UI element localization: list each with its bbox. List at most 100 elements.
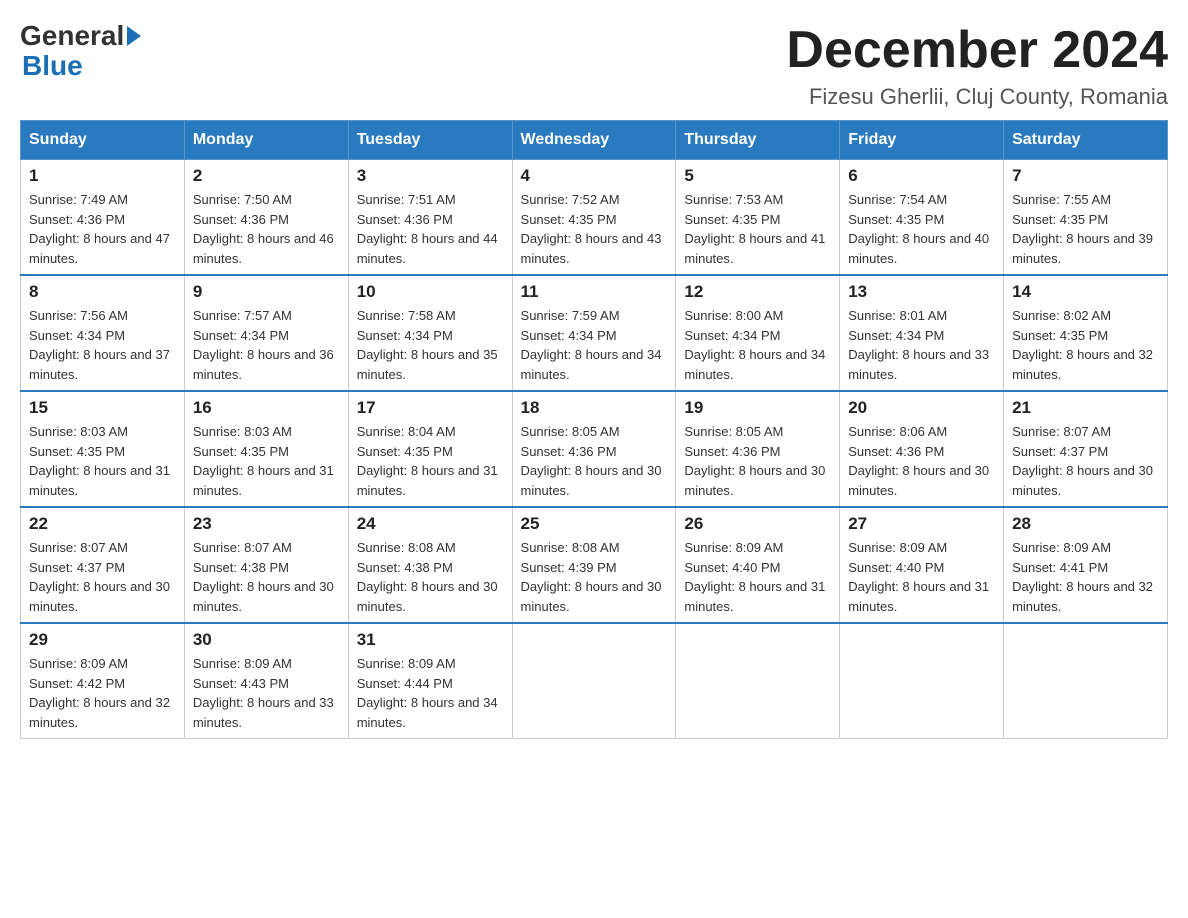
- week-row-3: 15 Sunrise: 8:03 AMSunset: 4:35 PMDaylig…: [21, 391, 1168, 507]
- calendar-cell: 7 Sunrise: 7:55 AMSunset: 4:35 PMDayligh…: [1004, 160, 1168, 276]
- day-number: 19: [684, 398, 831, 418]
- calendar-cell: 26 Sunrise: 8:09 AMSunset: 4:40 PMDaylig…: [676, 507, 840, 623]
- day-number: 25: [521, 514, 668, 534]
- day-info: Sunrise: 8:02 AMSunset: 4:35 PMDaylight:…: [1012, 306, 1159, 384]
- calendar-cell: 28 Sunrise: 8:09 AMSunset: 4:41 PMDaylig…: [1004, 507, 1168, 623]
- calendar-table: Sunday Monday Tuesday Wednesday Thursday…: [20, 120, 1168, 739]
- week-row-5: 29 Sunrise: 8:09 AMSunset: 4:42 PMDaylig…: [21, 623, 1168, 739]
- calendar-cell: 12 Sunrise: 8:00 AMSunset: 4:34 PMDaylig…: [676, 275, 840, 391]
- day-number: 29: [29, 630, 176, 650]
- day-info: Sunrise: 7:57 AMSunset: 4:34 PMDaylight:…: [193, 306, 340, 384]
- day-number: 11: [521, 282, 668, 302]
- week-row-1: 1 Sunrise: 7:49 AMSunset: 4:36 PMDayligh…: [21, 160, 1168, 276]
- header-tuesday: Tuesday: [348, 121, 512, 160]
- calendar-cell: 25 Sunrise: 8:08 AMSunset: 4:39 PMDaylig…: [512, 507, 676, 623]
- calendar-cell: 15 Sunrise: 8:03 AMSunset: 4:35 PMDaylig…: [21, 391, 185, 507]
- day-number: 27: [848, 514, 995, 534]
- calendar-cell: 9 Sunrise: 7:57 AMSunset: 4:34 PMDayligh…: [184, 275, 348, 391]
- day-info: Sunrise: 8:08 AMSunset: 4:39 PMDaylight:…: [521, 538, 668, 616]
- day-number: 18: [521, 398, 668, 418]
- day-number: 31: [357, 630, 504, 650]
- calendar-cell: 18 Sunrise: 8:05 AMSunset: 4:36 PMDaylig…: [512, 391, 676, 507]
- calendar-cell: [1004, 623, 1168, 739]
- header-wednesday: Wednesday: [512, 121, 676, 160]
- day-info: Sunrise: 7:59 AMSunset: 4:34 PMDaylight:…: [521, 306, 668, 384]
- day-info: Sunrise: 8:08 AMSunset: 4:38 PMDaylight:…: [357, 538, 504, 616]
- day-info: Sunrise: 8:07 AMSunset: 4:37 PMDaylight:…: [29, 538, 176, 616]
- calendar-cell: 30 Sunrise: 8:09 AMSunset: 4:43 PMDaylig…: [184, 623, 348, 739]
- calendar-cell: 13 Sunrise: 8:01 AMSunset: 4:34 PMDaylig…: [840, 275, 1004, 391]
- day-number: 26: [684, 514, 831, 534]
- day-info: Sunrise: 7:51 AMSunset: 4:36 PMDaylight:…: [357, 190, 504, 268]
- day-info: Sunrise: 8:09 AMSunset: 4:40 PMDaylight:…: [848, 538, 995, 616]
- calendar-cell: [676, 623, 840, 739]
- weekday-header-row: Sunday Monday Tuesday Wednesday Thursday…: [21, 121, 1168, 160]
- day-number: 5: [684, 166, 831, 186]
- day-number: 23: [193, 514, 340, 534]
- calendar-cell: 19 Sunrise: 8:05 AMSunset: 4:36 PMDaylig…: [676, 391, 840, 507]
- day-number: 21: [1012, 398, 1159, 418]
- day-number: 7: [1012, 166, 1159, 186]
- day-info: Sunrise: 7:49 AMSunset: 4:36 PMDaylight:…: [29, 190, 176, 268]
- header-monday: Monday: [184, 121, 348, 160]
- calendar-cell: 22 Sunrise: 8:07 AMSunset: 4:37 PMDaylig…: [21, 507, 185, 623]
- calendar-cell: 27 Sunrise: 8:09 AMSunset: 4:40 PMDaylig…: [840, 507, 1004, 623]
- day-number: 1: [29, 166, 176, 186]
- calendar-cell: 14 Sunrise: 8:02 AMSunset: 4:35 PMDaylig…: [1004, 275, 1168, 391]
- calendar-cell: 29 Sunrise: 8:09 AMSunset: 4:42 PMDaylig…: [21, 623, 185, 739]
- day-info: Sunrise: 8:07 AMSunset: 4:38 PMDaylight:…: [193, 538, 340, 616]
- day-info: Sunrise: 8:03 AMSunset: 4:35 PMDaylight:…: [193, 422, 340, 500]
- day-info: Sunrise: 8:09 AMSunset: 4:44 PMDaylight:…: [357, 654, 504, 732]
- day-number: 10: [357, 282, 504, 302]
- day-number: 14: [1012, 282, 1159, 302]
- day-number: 22: [29, 514, 176, 534]
- day-info: Sunrise: 8:09 AMSunset: 4:42 PMDaylight:…: [29, 654, 176, 732]
- day-info: Sunrise: 7:50 AMSunset: 4:36 PMDaylight:…: [193, 190, 340, 268]
- calendar-cell: 11 Sunrise: 7:59 AMSunset: 4:34 PMDaylig…: [512, 275, 676, 391]
- day-number: 20: [848, 398, 995, 418]
- day-number: 16: [193, 398, 340, 418]
- header-saturday: Saturday: [1004, 121, 1168, 160]
- day-info: Sunrise: 7:58 AMSunset: 4:34 PMDaylight:…: [357, 306, 504, 384]
- header-friday: Friday: [840, 121, 1004, 160]
- day-info: Sunrise: 8:09 AMSunset: 4:40 PMDaylight:…: [684, 538, 831, 616]
- day-number: 13: [848, 282, 995, 302]
- header-thursday: Thursday: [676, 121, 840, 160]
- calendar-cell: 6 Sunrise: 7:54 AMSunset: 4:35 PMDayligh…: [840, 160, 1004, 276]
- calendar-cell: 10 Sunrise: 7:58 AMSunset: 4:34 PMDaylig…: [348, 275, 512, 391]
- week-row-4: 22 Sunrise: 8:07 AMSunset: 4:37 PMDaylig…: [21, 507, 1168, 623]
- day-info: Sunrise: 8:09 AMSunset: 4:43 PMDaylight:…: [193, 654, 340, 732]
- calendar-cell: 31 Sunrise: 8:09 AMSunset: 4:44 PMDaylig…: [348, 623, 512, 739]
- day-number: 17: [357, 398, 504, 418]
- day-number: 3: [357, 166, 504, 186]
- month-title: December 2024: [786, 20, 1168, 80]
- day-info: Sunrise: 7:52 AMSunset: 4:35 PMDaylight:…: [521, 190, 668, 268]
- calendar-cell: 2 Sunrise: 7:50 AMSunset: 4:36 PMDayligh…: [184, 160, 348, 276]
- page-container: General Blue December 2024 Fizesu Gherli…: [20, 20, 1168, 739]
- day-info: Sunrise: 8:05 AMSunset: 4:36 PMDaylight:…: [684, 422, 831, 500]
- day-info: Sunrise: 7:54 AMSunset: 4:35 PMDaylight:…: [848, 190, 995, 268]
- title-block: December 2024 Fizesu Gherlii, Cluj Count…: [786, 20, 1168, 110]
- calendar-cell: 24 Sunrise: 8:08 AMSunset: 4:38 PMDaylig…: [348, 507, 512, 623]
- day-number: 6: [848, 166, 995, 186]
- calendar-cell: [840, 623, 1004, 739]
- header-sunday: Sunday: [21, 121, 185, 160]
- calendar-cell: 21 Sunrise: 8:07 AMSunset: 4:37 PMDaylig…: [1004, 391, 1168, 507]
- day-info: Sunrise: 8:05 AMSunset: 4:36 PMDaylight:…: [521, 422, 668, 500]
- logo: General Blue: [20, 20, 144, 82]
- calendar-cell: 3 Sunrise: 7:51 AMSunset: 4:36 PMDayligh…: [348, 160, 512, 276]
- location: Fizesu Gherlii, Cluj County, Romania: [786, 84, 1168, 110]
- calendar-cell: 23 Sunrise: 8:07 AMSunset: 4:38 PMDaylig…: [184, 507, 348, 623]
- day-info: Sunrise: 8:07 AMSunset: 4:37 PMDaylight:…: [1012, 422, 1159, 500]
- day-info: Sunrise: 8:04 AMSunset: 4:35 PMDaylight:…: [357, 422, 504, 500]
- calendar-cell: 5 Sunrise: 7:53 AMSunset: 4:35 PMDayligh…: [676, 160, 840, 276]
- day-info: Sunrise: 8:00 AMSunset: 4:34 PMDaylight:…: [684, 306, 831, 384]
- header: General Blue December 2024 Fizesu Gherli…: [20, 20, 1168, 110]
- day-number: 15: [29, 398, 176, 418]
- day-number: 12: [684, 282, 831, 302]
- day-info: Sunrise: 8:01 AMSunset: 4:34 PMDaylight:…: [848, 306, 995, 384]
- day-info: Sunrise: 7:55 AMSunset: 4:35 PMDaylight:…: [1012, 190, 1159, 268]
- calendar-cell: 8 Sunrise: 7:56 AMSunset: 4:34 PMDayligh…: [21, 275, 185, 391]
- calendar-cell: 4 Sunrise: 7:52 AMSunset: 4:35 PMDayligh…: [512, 160, 676, 276]
- day-info: Sunrise: 7:56 AMSunset: 4:34 PMDaylight:…: [29, 306, 176, 384]
